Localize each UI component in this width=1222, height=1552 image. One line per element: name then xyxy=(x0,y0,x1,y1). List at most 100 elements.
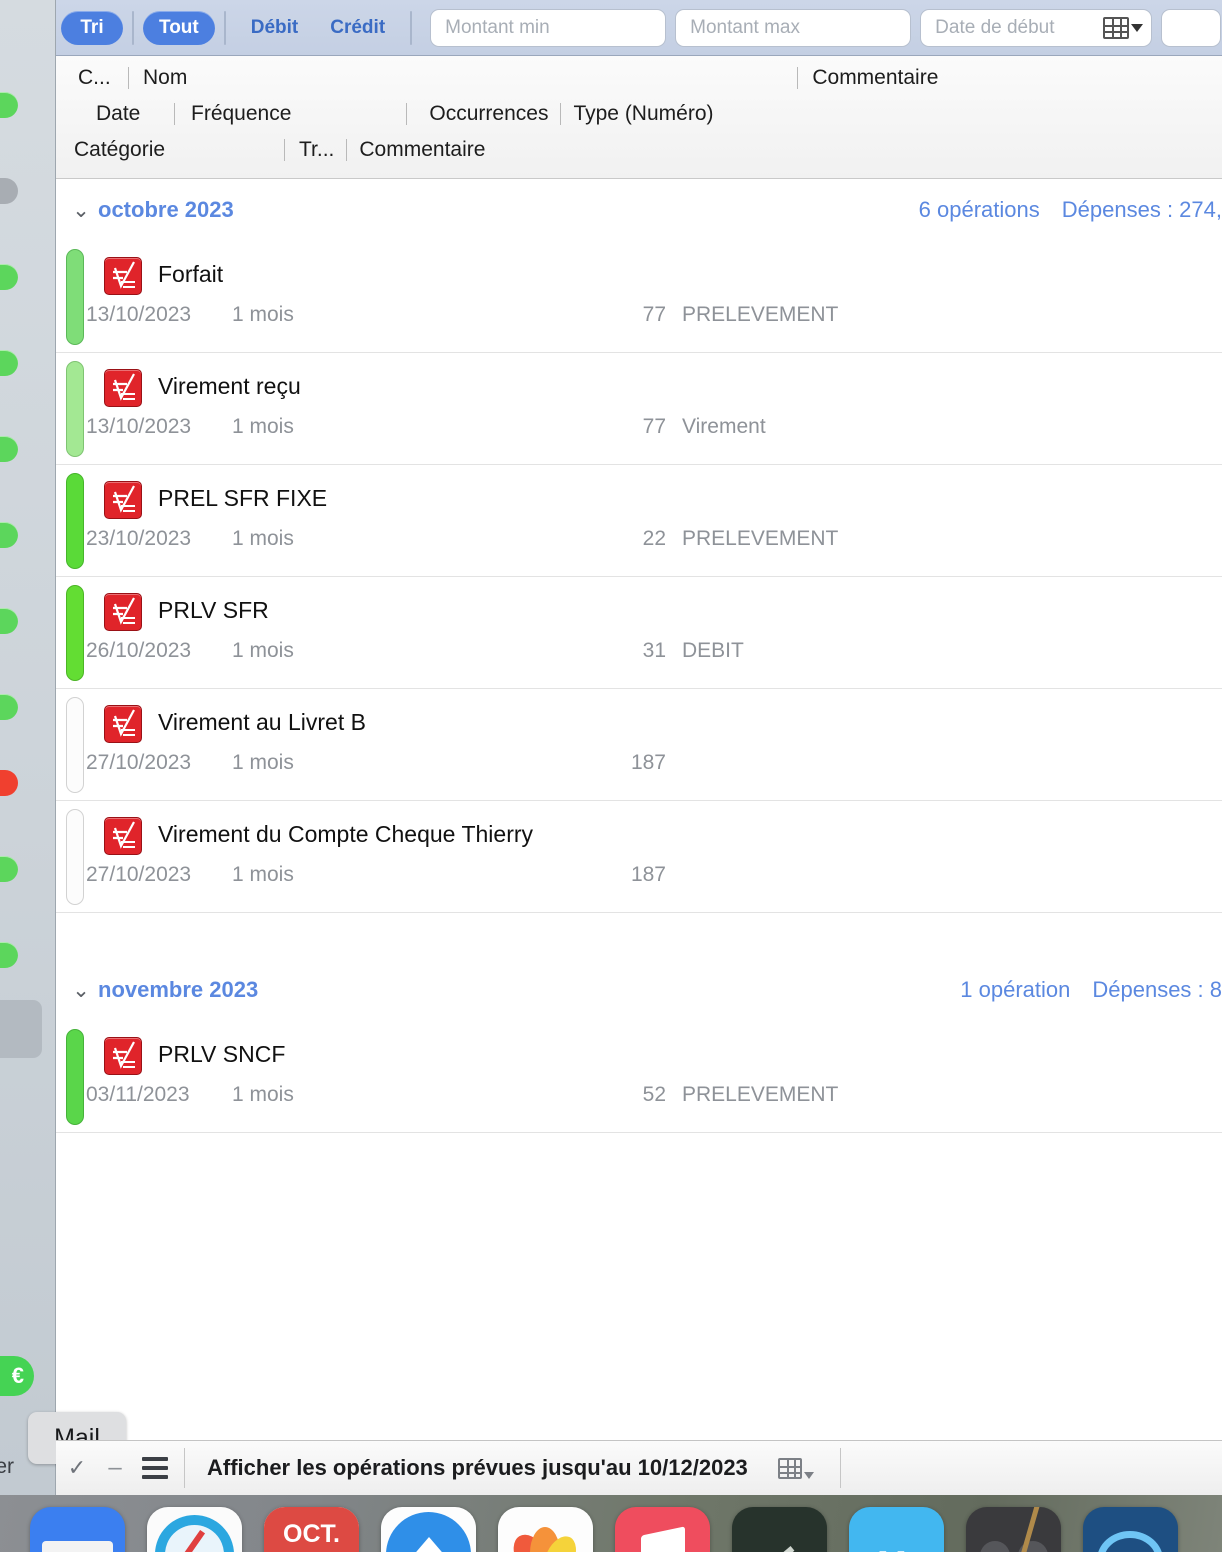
month-group-header[interactable]: ⌄ octobre 2023 6 opérations Dépenses : 2… xyxy=(56,179,1222,241)
chevron-down-icon[interactable]: ⌄ xyxy=(64,198,98,222)
operation-name: Virement du Compte Cheque Thierry xyxy=(158,821,534,847)
calendar-icon[interactable]: OCT. xyxy=(264,1507,359,1552)
operation-type: PRELEVEMENT xyxy=(682,527,839,550)
sidebar-status-pill xyxy=(0,350,18,376)
row-content: Virement reçu 13/10/2023 1 mois 77 Virem… xyxy=(86,353,1222,464)
table-row[interactable]: Virement du Compte Cheque Thierry 27/10/… xyxy=(56,801,1222,913)
status-bar-indicator xyxy=(66,585,84,681)
operation-type: Virement xyxy=(682,415,766,438)
end-date-input[interactable] xyxy=(1161,8,1222,47)
table-row[interactable]: Virement reçu 13/10/2023 1 mois 77 Virem… xyxy=(56,353,1222,465)
status-divider xyxy=(184,1448,185,1488)
podcast-icon[interactable] xyxy=(966,1507,1061,1552)
operation-occurrences: 187 xyxy=(630,863,666,886)
table-row[interactable]: Virement au Livret B 27/10/2023 1 mois 1… xyxy=(56,689,1222,801)
messages-icon[interactable]: y xyxy=(849,1507,944,1552)
column-header-commentaire-2[interactable]: Commentaire xyxy=(347,138,485,162)
column-header-tr[interactable]: Tr... xyxy=(285,138,334,162)
column-headers: C... Nom Commentaire Date Fréquence Occu… xyxy=(56,56,1222,179)
sidebar-status-pill xyxy=(0,522,18,548)
sidebar-status-pill xyxy=(0,92,18,118)
table-row[interactable]: Forfait 13/10/2023 1 mois 77 PRELEVEMENT xyxy=(56,241,1222,353)
status-bar-indicator xyxy=(66,809,84,905)
month-title: novembre 2023 xyxy=(98,977,259,1002)
operation-occurrences: 77 xyxy=(642,415,666,438)
column-header-c[interactable]: C... xyxy=(56,66,128,90)
table-row[interactable]: PRLV SFR 26/10/2023 1 mois 31 DEBIT xyxy=(56,577,1222,689)
expenses-total: Dépenses : 274, xyxy=(1061,197,1222,222)
calendar-month-label: OCT. xyxy=(264,1507,359,1552)
column-header-frequence[interactable]: Fréquence xyxy=(175,102,291,126)
filter-debit-button[interactable]: Débit xyxy=(235,17,315,39)
sort-button[interactable]: Tri xyxy=(61,10,123,45)
sidebar-status-pill xyxy=(0,942,18,968)
column-header-categorie[interactable]: Catégorie xyxy=(56,138,284,162)
operation-occurrences: 31 xyxy=(642,639,666,662)
operation-date: 03/11/2023 xyxy=(86,1083,190,1106)
terminal-icon[interactable] xyxy=(732,1507,827,1552)
status-bar-indicator xyxy=(66,473,84,569)
start-date-placeholder: Date de début xyxy=(935,16,1055,38)
scheduled-operation-icon xyxy=(104,1037,142,1075)
music-icon[interactable] xyxy=(615,1507,710,1552)
macos-dock: OCT. y xyxy=(0,1495,1222,1552)
operation-frequency: 1 mois xyxy=(232,415,294,438)
calendar-icon[interactable] xyxy=(1103,16,1144,39)
photos-icon[interactable] xyxy=(498,1507,593,1552)
column-header-type[interactable]: Type (Numéro) xyxy=(561,102,713,126)
filter-credit-button[interactable]: Crédit xyxy=(314,17,401,39)
start-date-input[interactable]: Date de début xyxy=(920,8,1153,47)
amount-min-input[interactable]: Montant min xyxy=(430,8,667,47)
toolbar-divider xyxy=(410,10,413,45)
operation-date: 13/10/2023 xyxy=(86,415,192,438)
operation-type: PRELEVEMENT xyxy=(682,303,839,326)
sidebar-selected-item[interactable] xyxy=(0,1000,42,1058)
sidebar-status-pill xyxy=(0,264,18,290)
sidebar-status-pill xyxy=(0,856,18,882)
app-icon[interactable] xyxy=(1083,1507,1178,1552)
expenses-total: Dépenses : 8 xyxy=(1092,977,1222,1002)
status-divider xyxy=(839,1448,841,1488)
table-row[interactable]: PRLV SNCF 03/11/2023 1 mois 52 PRELEVEME… xyxy=(56,1021,1222,1133)
row-content: Forfait 13/10/2023 1 mois 77 PRELEVEMENT xyxy=(86,241,1222,352)
column-header-nom[interactable]: Nom xyxy=(129,66,187,90)
filter-all-button[interactable]: Tout xyxy=(143,10,215,45)
minus-icon[interactable]: – xyxy=(98,1454,132,1482)
operation-type: PRELEVEMENT xyxy=(682,1083,839,1106)
amount-max-placeholder: Montant max xyxy=(690,16,800,38)
column-header-row-1: C... Nom Commentaire xyxy=(56,60,1222,96)
sidebar-status-pill xyxy=(0,770,18,796)
scheduled-operation-icon xyxy=(104,369,142,407)
mail-icon[interactable] xyxy=(30,1507,125,1552)
operation-date: 23/10/2023 xyxy=(86,527,192,550)
scheduled-operation-icon xyxy=(104,257,142,295)
month-group-header[interactable]: ⌄ novembre 2023 1 opération Dépenses : 8 xyxy=(56,959,1222,1021)
appstore-icon[interactable] xyxy=(381,1507,476,1552)
filter-toolbar: Tri Tout Débit Crédit Montant min Montan… xyxy=(56,0,1222,56)
operation-occurrences: 22 xyxy=(642,527,666,550)
table-row[interactable]: PREL SFR FIXE 23/10/2023 1 mois 22 PRELE… xyxy=(56,465,1222,577)
column-header-commentaire[interactable]: Commentaire xyxy=(798,66,938,90)
operation-name: Virement au Livret B xyxy=(158,709,366,735)
group-spacer xyxy=(56,913,1222,959)
column-header-occurrences[interactable]: Occurrences xyxy=(407,102,548,126)
operation-frequency: 1 mois xyxy=(232,863,294,886)
operation-date: 27/10/2023 xyxy=(86,863,192,886)
chevron-down-icon[interactable]: ⌄ xyxy=(64,978,98,1002)
safari-icon[interactable] xyxy=(147,1507,242,1552)
column-header-date[interactable]: Date xyxy=(56,102,174,126)
row-content: PRLV SFR 26/10/2023 1 mois 31 DEBIT xyxy=(86,577,1222,688)
column-header-row-3: Catégorie Tr... Commentaire xyxy=(56,132,1222,168)
row-content: Virement du Compte Cheque Thierry 27/10/… xyxy=(86,801,1222,912)
checkmark-icon[interactable]: ✓ xyxy=(56,1456,98,1481)
calendar-picker-icon[interactable] xyxy=(777,1457,814,1479)
amount-max-input[interactable]: Montant max xyxy=(675,8,912,47)
operation-type: DEBIT xyxy=(682,639,744,662)
operation-count: 1 opération xyxy=(960,977,1071,1002)
operation-name: PRLV SNCF xyxy=(158,1041,286,1067)
menu-icon[interactable] xyxy=(132,1457,178,1479)
scheduled-operation-icon xyxy=(104,481,142,519)
toolbar-divider xyxy=(223,10,226,45)
month-summary: 6 opérations Dépenses : 274, xyxy=(919,197,1222,223)
operation-frequency: 1 mois xyxy=(232,751,294,774)
